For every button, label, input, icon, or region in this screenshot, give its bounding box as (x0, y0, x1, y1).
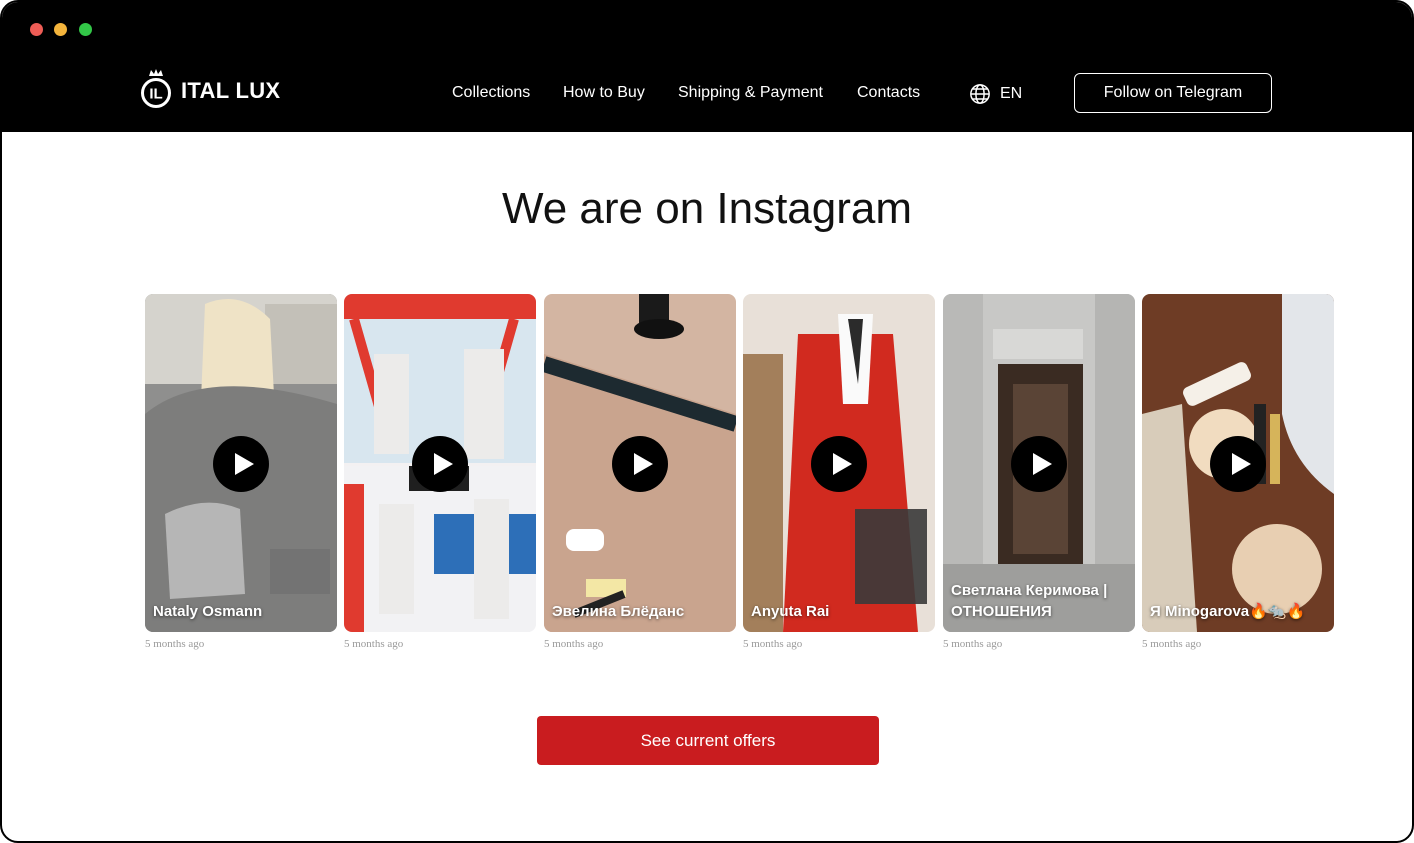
site-header: IL ITAL LUX Collections How to Buy Shipp… (2, 2, 1412, 132)
post-thumbnail[interactable]: Anyuta Rai (743, 294, 935, 632)
post-thumbnail[interactable]: Nataly Osmann (145, 294, 337, 632)
nav-how-to-buy[interactable]: How to Buy (563, 84, 645, 102)
post-author: Светлана Керимова | ОТНОШЕНИЯ (951, 582, 1108, 620)
instagram-post[interactable]: 5 months ago (344, 294, 536, 650)
post-author: Я Minogarova🔥🐀🔥 (1150, 603, 1306, 620)
see-offers-button[interactable]: See current offers (537, 716, 879, 765)
instagram-post[interactable]: Я Minogarova🔥🐀🔥 5 months ago (1142, 294, 1334, 650)
instagram-post[interactable]: Nataly Osmann 5 months ago (145, 294, 337, 650)
post-time: 5 months ago (544, 638, 604, 650)
section-title: We are on Instagram (501, 184, 913, 233)
post-author: Nataly Osmann (153, 603, 263, 620)
nav-collections[interactable]: Collections (452, 84, 530, 102)
play-icon[interactable] (1210, 436, 1266, 492)
play-icon[interactable] (612, 436, 668, 492)
language-selector[interactable]: EN (969, 83, 1022, 105)
window-maximize-button[interactable] (79, 23, 92, 36)
post-time: 5 months ago (743, 638, 803, 650)
nav-shipping-payment[interactable]: Shipping & Payment (678, 84, 823, 102)
logo-text: ITAL LUX (181, 78, 281, 103)
post-thumbnail[interactable]: Эвелина Блёданс (544, 294, 736, 632)
post-thumbnail[interactable]: Светлана Керимова | ОТНОШЕНИЯ (943, 294, 1135, 632)
logo[interactable]: IL ITAL LUX (139, 68, 280, 108)
post-time: 5 months ago (344, 638, 404, 650)
nav-contacts[interactable]: Contacts (857, 84, 920, 102)
globe-icon (970, 84, 990, 104)
instagram-post[interactable]: Anyuta Rai 5 months ago (743, 294, 935, 650)
post-time: 5 months ago (1142, 638, 1202, 650)
instagram-post[interactable]: Эвелина Блёданс 5 months ago (544, 294, 736, 650)
window-minimize-button[interactable] (54, 23, 67, 36)
instagram-post[interactable]: Светлана Керимова | ОТНОШЕНИЯ 5 months a… (943, 294, 1135, 650)
post-thumbnail[interactable]: Я Minogarova🔥🐀🔥 (1142, 294, 1334, 632)
play-icon[interactable] (213, 436, 269, 492)
logo-mark-text: IL (149, 86, 162, 103)
post-thumbnail[interactable] (344, 294, 536, 632)
language-label: EN (1000, 85, 1023, 102)
follow-telegram-button[interactable]: Follow on Telegram (1074, 73, 1272, 113)
play-icon[interactable] (1011, 436, 1067, 492)
post-time: 5 months ago (943, 638, 1003, 650)
post-author: Эвелина Блёданс (552, 603, 685, 620)
window-close-button[interactable] (30, 23, 43, 36)
play-icon[interactable] (412, 436, 468, 492)
browser-window: IL ITAL LUX Collections How to Buy Shipp… (0, 0, 1414, 843)
logo-crown-icon: IL (141, 69, 171, 108)
post-author: Anyuta Rai (751, 603, 830, 620)
play-icon[interactable] (811, 436, 867, 492)
post-time: 5 months ago (145, 638, 205, 650)
